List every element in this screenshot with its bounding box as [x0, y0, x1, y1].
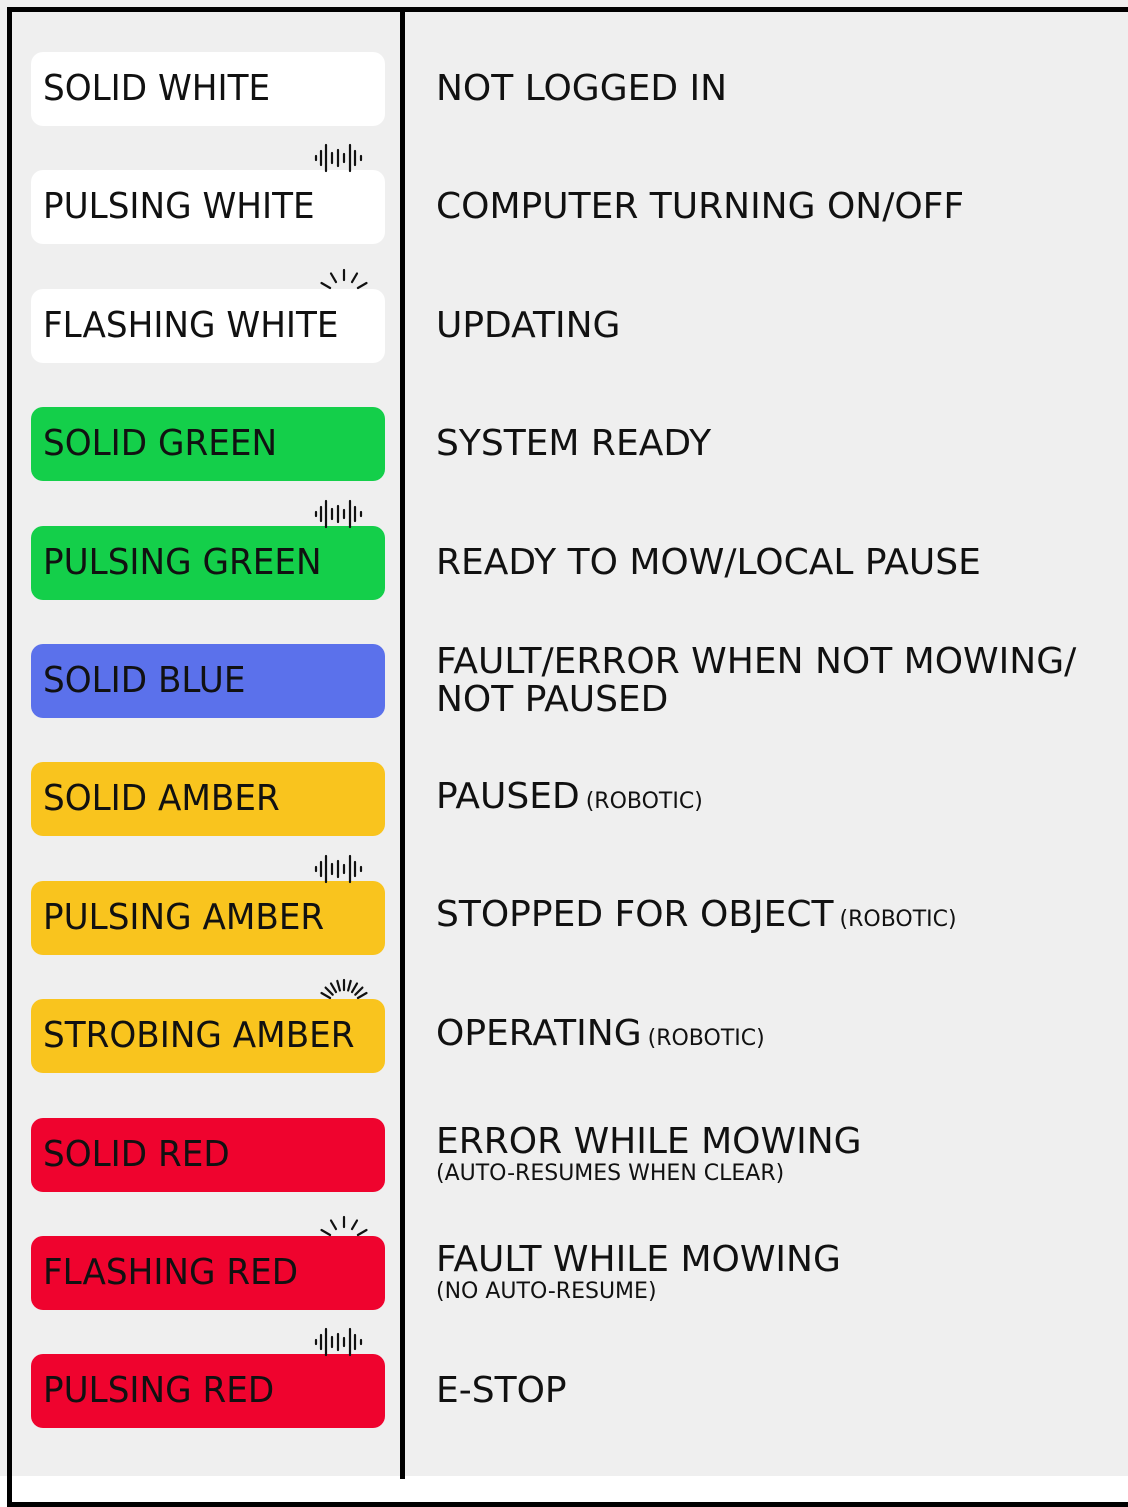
meaning-text: FAULT WHILE MOWING	[436, 1241, 1116, 1279]
status-meaning: FAULT WHILE MOWING (NO AUTO-RESUME)	[436, 1236, 1116, 1310]
meaning-text: E-STOP	[436, 1371, 1116, 1411]
light-badge: SOLID GREEN	[31, 407, 385, 482]
meaning-subtext: (AUTO-RESUMES WHEN CLEAR)	[436, 1160, 785, 1186]
light-badge: SOLID WHITE	[31, 52, 385, 126]
light-label: SOLID GREEN	[43, 423, 278, 465]
meaning-qualifier: (ROBOTIC)	[647, 1025, 765, 1051]
status-meaning: PAUSED (ROBOTIC)	[436, 762, 1116, 836]
status-light-table: SOLID WHITE NOT LOGGED IN PULSING WHITE COM…	[0, 0, 1128, 1476]
meaning-text: SYSTEM READY	[436, 424, 1116, 464]
meaning-text: READY TO MOW/LOCAL PAUSE	[436, 541, 1116, 583]
status-row: SOLID WHITE NOT LOGGED IN	[0, 52, 1128, 126]
meaning-text: STOPPED FOR OBJECT (ROBOTIC)	[436, 895, 1116, 940]
status-row: FLASHING RED FAULT WHILE MOWING (NO AUTO-R…	[0, 1215, 1128, 1310]
pulse-waveform-icon	[313, 497, 365, 531]
light-badge: PULSING GREEN	[31, 499, 385, 600]
status-row: SOLID AMBER PAUSED (ROBOTIC)	[0, 762, 1128, 837]
meaning-label: NOT LOGGED IN	[436, 68, 728, 109]
meaning-text: FAULT/ERROR WHEN NOT MOWING/ NOT PAUSED	[436, 643, 1116, 719]
status-meaning: FAULT/ERROR WHEN NOT MOWING/ NOT PAUSED	[436, 643, 1116, 719]
strobe-rays-icon	[313, 970, 375, 1004]
meaning-text: OPERATING (ROBOTIC)	[436, 1012, 1116, 1059]
meaning-text: ERROR WHILE MOWING	[436, 1120, 1116, 1162]
status-row: SOLID RED ERROR WHILE MOWING (AUTO-RESUMES…	[0, 1117, 1128, 1192]
meaning-label: FAULT/ERROR WHEN NOT MOWING/ NOT PAUSED	[436, 641, 1077, 720]
meaning-label: OPERATING	[436, 1012, 642, 1054]
meaning-label: READY TO MOW/LOCAL PAUSE	[436, 541, 981, 583]
meaning-label: SYSTEM READY	[436, 423, 712, 465]
light-label: FLASHING RED	[43, 1252, 299, 1293]
light-label: STROBING AMBER	[43, 1015, 355, 1057]
light-badge: SOLID AMBER	[31, 762, 385, 837]
meaning-label: COMPUTER TURNING ON/OFF	[436, 186, 965, 228]
light-label: SOLID WHITE	[43, 68, 271, 109]
pulse-waveform-icon	[313, 141, 365, 175]
meaning-qualifier: (ROBOTIC)	[839, 907, 957, 933]
meaning-text: NOT LOGGED IN	[436, 69, 1116, 109]
status-meaning: OPERATING (ROBOTIC)	[436, 999, 1116, 1073]
light-label: PULSING AMBER	[43, 896, 325, 938]
status-meaning: SYSTEM READY	[436, 407, 1116, 481]
status-meaning: UPDATING	[436, 289, 1116, 363]
meaning-label: UPDATING	[436, 304, 621, 346]
meaning-label: FAULT WHILE MOWING	[436, 1239, 841, 1280]
light-badge: SOLID BLUE	[31, 644, 385, 718]
light-label: SOLID BLUE	[43, 660, 246, 701]
status-meaning: E-STOP	[436, 1354, 1116, 1428]
status-row: PULSING GREEN READY TO MOW/LOCAL PAUSE	[0, 499, 1128, 600]
status-meaning: ERROR WHILE MOWING (AUTO-RESUMES WHEN CLE…	[436, 1118, 1116, 1192]
status-row: PULSING WHITE COMPUTER TURNING ON/OFF	[0, 144, 1128, 245]
meaning-label: ERROR WHILE MOWING	[436, 1120, 862, 1162]
status-row: PULSING AMBER STOPPED FOR OBJECT (ROBOTIC)	[0, 854, 1128, 955]
status-row: STROBING AMBER OPERATING (ROBOTIC)	[0, 979, 1128, 1074]
light-badge: FLASHING WHITE	[31, 268, 385, 363]
status-row: PULSING RED E-STOP	[0, 1328, 1128, 1429]
meaning-qualifier: (ROBOTIC)	[585, 788, 703, 814]
light-label: PULSING GREEN	[43, 541, 322, 583]
status-meaning: READY TO MOW/LOCAL PAUSE	[436, 526, 1116, 600]
meaning-label: PAUSED	[436, 775, 580, 817]
status-meaning: NOT LOGGED IN	[436, 52, 1116, 126]
flash-rays-icon	[313, 1207, 375, 1241]
pulse-waveform-icon	[313, 1325, 365, 1359]
pulse-waveform-icon	[313, 852, 365, 886]
light-label: SOLID AMBER	[43, 778, 280, 820]
light-label: PULSING RED	[43, 1370, 275, 1412]
light-badge: PULSING RED	[31, 1328, 385, 1429]
status-meaning: COMPUTER TURNING ON/OFF	[436, 170, 1116, 244]
meaning-text: PAUSED (ROBOTIC)	[436, 775, 1116, 822]
light-badge: STROBING AMBER	[31, 979, 385, 1074]
meaning-text: COMPUTER TURNING ON/OFF	[436, 187, 1116, 227]
status-meaning: STOPPED FOR OBJECT (ROBOTIC)	[436, 881, 1116, 955]
light-label: FLASHING WHITE	[43, 304, 339, 346]
meaning-label: E-STOP	[436, 1370, 567, 1412]
light-badge: PULSING WHITE	[31, 144, 385, 245]
light-label: SOLID RED	[43, 1133, 230, 1175]
meaning-subtext: (NO AUTO-RESUME)	[436, 1279, 657, 1304]
meaning-text: UPDATING	[436, 304, 1116, 346]
status-row: SOLID GREEN SYSTEM READY	[0, 407, 1128, 482]
status-row: SOLID BLUE FAULT/ERROR WHEN NOT MOWING/ N…	[0, 643, 1128, 719]
light-label: PULSING WHITE	[43, 186, 315, 228]
light-badge: PULSING AMBER	[31, 854, 385, 955]
light-badge: SOLID RED	[31, 1117, 385, 1192]
status-row: FLASHING WHITE UPDATING	[0, 268, 1128, 363]
meaning-label: STOPPED FOR OBJECT	[436, 894, 834, 936]
flash-rays-icon	[313, 260, 375, 294]
light-badge: FLASHING RED	[31, 1215, 385, 1310]
